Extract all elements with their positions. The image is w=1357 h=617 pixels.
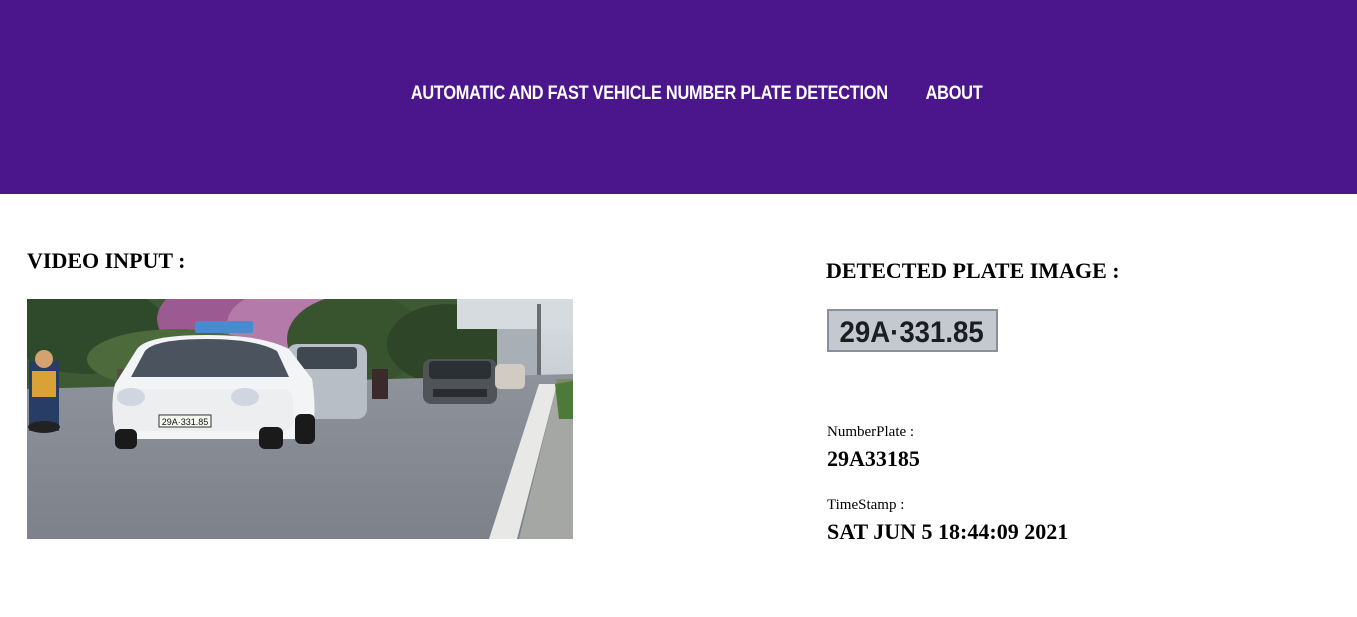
plate-image-text: 29A·331.85 — [840, 316, 984, 349]
header-bar: AUTOMATIC AND FAST VEHICLE NUMBER PLATE … — [0, 0, 1357, 194]
video-input-frame[interactable]: 29A·331.85 — [27, 299, 573, 539]
main-nav: AUTOMATIC AND FAST VEHICLE NUMBER PLATE … — [0, 83, 1357, 105]
video-input-heading: VIDEO INPUT : — [27, 248, 186, 273]
nav-link-home[interactable]: AUTOMATIC AND FAST VEHICLE NUMBER PLATE … — [411, 83, 888, 105]
number-plate-value: 29A33185 — [827, 446, 920, 471]
detected-plate-heading: DETECTED PLATE IMAGE : — [826, 258, 1120, 283]
traffic-scene-image: 29A·331.85 — [27, 299, 573, 539]
detected-plate-image: 29A·331.85 — [827, 309, 998, 352]
timestamp-label: TimeStamp : — [827, 497, 905, 513]
nav-link-about[interactable]: ABOUT — [925, 83, 982, 105]
number-plate-label: NumberPlate : — [827, 424, 915, 440]
timestamp-value: SAT JUN 5 18:44:09 2021 — [827, 519, 1069, 544]
taxi-plate-text: 29A·331.85 — [162, 417, 209, 427]
